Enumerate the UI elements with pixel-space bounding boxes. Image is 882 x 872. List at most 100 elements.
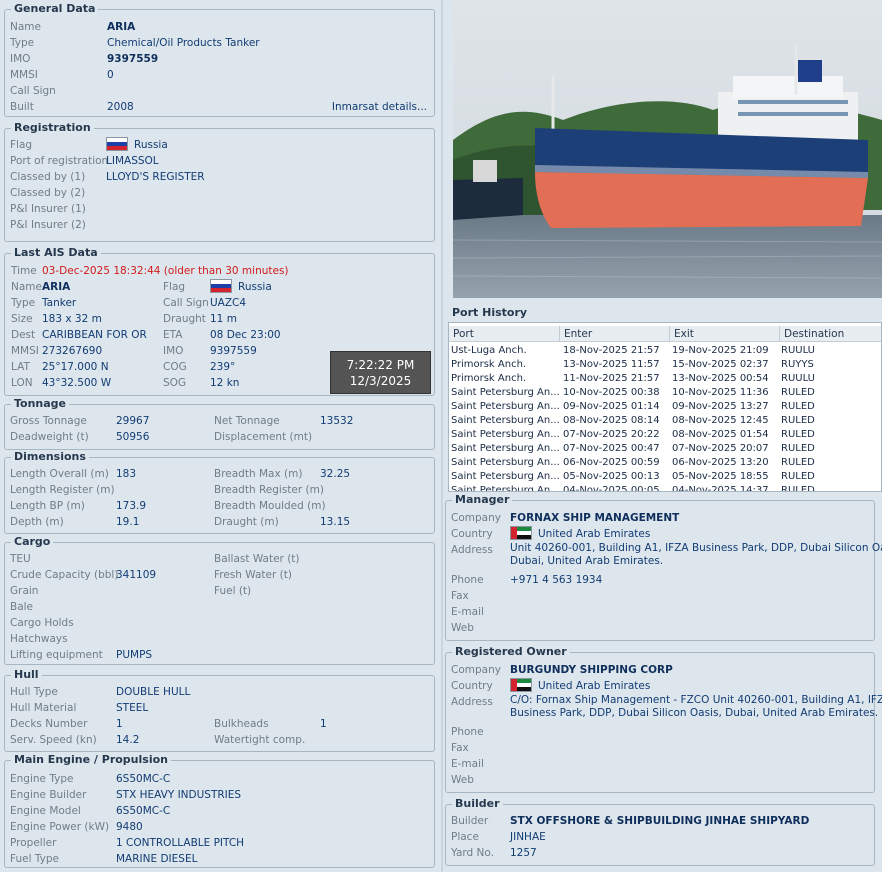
port-history-title: Port History: [449, 306, 531, 320]
dimensions-depth-m-value: 19.1: [116, 516, 140, 528]
col-exit[interactable]: Exit: [669, 326, 779, 342]
builder-place-label: Place: [451, 831, 479, 843]
cargo-cargo-holds-label: Cargo Holds: [10, 617, 74, 629]
port-history-cell: 08-Nov-2025 08:14: [563, 415, 660, 426]
engine-title: Main Engine / Propulsion: [11, 753, 171, 767]
ship-photo: [453, 0, 882, 298]
general-call-sign-label: Call Sign: [10, 85, 56, 97]
port-history-row[interactable]: Saint Petersburg An... 05-Nov-2025 00:13 0…: [449, 470, 881, 484]
port-history-cell: Saint Petersburg An...: [451, 401, 559, 412]
ais-cog-label: COG: [163, 361, 187, 373]
engine-engine-model-value: 6S50MC-C: [116, 805, 171, 817]
port-history-cell: RULED: [781, 443, 815, 454]
uae-flag-icon: [510, 526, 532, 540]
column-divider: [441, 0, 443, 872]
tonnage-net-tonnage-value: 13532: [320, 415, 354, 427]
cargo-bale-label: Bale: [10, 601, 34, 613]
port-history-row[interactable]: Saint Petersburg An... 04-Nov-2025 00:05 0…: [449, 484, 881, 492]
owner-web-label: Web: [451, 774, 474, 786]
port-history-header: Port Enter Exit Destination: [449, 326, 881, 342]
hull-hull-material-label: Hull Material: [10, 702, 77, 714]
port-history-cell: RULED: [781, 485, 815, 492]
registration-panel: Registration Flag Russia Port of registrat…: [4, 121, 435, 242]
tonnage-net-tonnage-label: Net Tonnage: [214, 415, 280, 427]
general-mmsi-value: 0: [107, 69, 114, 81]
general-data-panel: General Data Name ARIA Type Chemical/Oil Pr…: [4, 2, 435, 117]
ais-eta-label: ETA: [163, 329, 183, 341]
manager-title: Manager: [452, 493, 513, 507]
cargo-panel: Cargo TEU Ballast Water (t) Crude Capacity…: [4, 535, 435, 665]
inmarsat-details-link[interactable]: Inmarsat details...: [332, 99, 427, 115]
port-history-cell: 07-Nov-2025 00:47: [563, 443, 660, 454]
ais-name-label: Name: [11, 281, 42, 293]
owner-phone-label: Phone: [451, 726, 484, 738]
ais-time-value: 03-Dec-2025 18:32:44 (older than 30 minu…: [42, 265, 289, 277]
general-mmsi-label: MMSI: [10, 69, 38, 81]
cargo-grain-label: Grain: [10, 585, 39, 597]
ais-lon-label: LON: [11, 377, 33, 389]
port-history-cell: 04-Nov-2025 00:05: [563, 485, 660, 492]
port-history-row[interactable]: Primorsk Anch. 11-Nov-2025 21:57 13-Nov-20…: [449, 372, 881, 386]
manager-phone-label: Phone: [451, 574, 484, 586]
owner-fax-label: Fax: [451, 742, 469, 754]
ais-lat-label: LAT: [11, 361, 30, 373]
builder-place: JINHAE: [510, 831, 546, 843]
engine-engine-model-label: Engine Model: [10, 805, 81, 817]
engine-panel: Main Engine / Propulsion Engine Type 6S50…: [4, 753, 435, 868]
cargo-hatchways-label: Hatchways: [10, 633, 68, 645]
owner-country: United Arab Emirates: [510, 678, 650, 694]
registration-flag-text: Russia: [134, 139, 168, 151]
ais-draught-value: 11 m: [210, 313, 237, 325]
owner-company: BURGUNDY SHIPPING CORP: [510, 664, 673, 676]
hull-bulkheads-value: 1: [320, 718, 327, 730]
engine-propeller-value: 1 CONTROLLABLE PITCH: [116, 837, 245, 849]
port-history-cell: 09-Nov-2025 13:27: [672, 401, 769, 412]
registration-port-of-registration-value: LIMASSOL: [106, 155, 159, 167]
port-history-cell: 10-Nov-2025 00:38: [563, 387, 660, 398]
port-history-cell: RUULU: [781, 373, 815, 384]
dimensions-length-overall-m-value: 183: [116, 468, 137, 480]
builder-title: Builder: [452, 797, 503, 811]
port-history-row[interactable]: Ust-Luga Anch. 18-Nov-2025 21:57 19-Nov-20…: [449, 344, 881, 358]
hull-decks-number-value: 1: [116, 718, 123, 730]
col-port[interactable]: Port: [449, 326, 559, 342]
owner-email-label: E-mail: [451, 758, 484, 770]
port-history-cell: RULED: [781, 387, 815, 398]
cargo-fuel-t-label: Fuel (t): [214, 585, 252, 597]
port-history-row[interactable]: Saint Petersburg An... 09-Nov-2025 01:14 0…: [449, 400, 881, 414]
cargo-lifting-equipment-label: Lifting equipment: [10, 649, 103, 661]
registration-port-of-registration-label: Port of registration: [10, 155, 109, 167]
hull-watertight-comp-label: Watertight comp.: [214, 734, 306, 746]
ais-sog-label: SOG: [163, 377, 187, 389]
hull-hull-type-label: Hull Type: [10, 686, 58, 698]
port-history-row[interactable]: Saint Petersburg An... 10-Nov-2025 00:38 1…: [449, 386, 881, 400]
port-history-cell: 07-Nov-2025 20:22: [563, 429, 660, 440]
general-imo-label: IMO: [10, 53, 31, 65]
port-history-row[interactable]: Primorsk Anch. 13-Nov-2025 11:57 15-Nov-20…: [449, 358, 881, 372]
owner-panel: Registered Owner Company BURGUNDY SHIPPI…: [445, 645, 882, 793]
ais-type-value: Tanker: [42, 297, 77, 309]
port-history-row[interactable]: Saint Petersburg An... 06-Nov-2025 00:59 0…: [449, 456, 881, 470]
registration-flag-value: Russia: [106, 137, 168, 153]
tonnage-gross-tonnage-value: 29967: [116, 415, 150, 427]
port-history-row[interactable]: Saint Petersburg An... 07-Nov-2025 00:47 0…: [449, 442, 881, 456]
hull-panel: Hull Hull Type DOUBLE HULL Hull Material ST…: [4, 668, 435, 752]
port-history-cell: 19-Nov-2025 21:09: [672, 345, 769, 356]
port-history-cell: 05-Nov-2025 00:13: [563, 471, 660, 482]
col-enter[interactable]: Enter: [559, 326, 669, 342]
ship-illustration: [453, 0, 882, 298]
port-history-table[interactable]: Port Enter Exit Destination Ust-Luga Anc…: [448, 322, 882, 492]
port-history-row[interactable]: Saint Petersburg An... 08-Nov-2025 08:14 0…: [449, 414, 881, 428]
engine-fuel-type-label: Fuel Type: [10, 853, 59, 865]
registration-classed-by-1-label: Classed by (1): [10, 171, 86, 183]
registration-flag-label: Flag: [10, 139, 33, 151]
port-history-cell: Saint Petersburg An...: [451, 429, 559, 440]
owner-country-label: Country: [451, 680, 493, 692]
port-history-row[interactable]: Saint Petersburg An... 07-Nov-2025 20:22 0…: [449, 428, 881, 442]
col-destination[interactable]: Destination: [779, 326, 881, 342]
port-history-cell: Primorsk Anch.: [451, 373, 527, 384]
port-history-cell: 06-Nov-2025 13:20: [672, 457, 769, 468]
port-history-cell: Saint Petersburg An...: [451, 485, 559, 492]
dimensions-length-bp-m-label: Length BP (m): [10, 500, 85, 512]
tonnage-deadweight-t-value: 50956: [116, 431, 150, 443]
